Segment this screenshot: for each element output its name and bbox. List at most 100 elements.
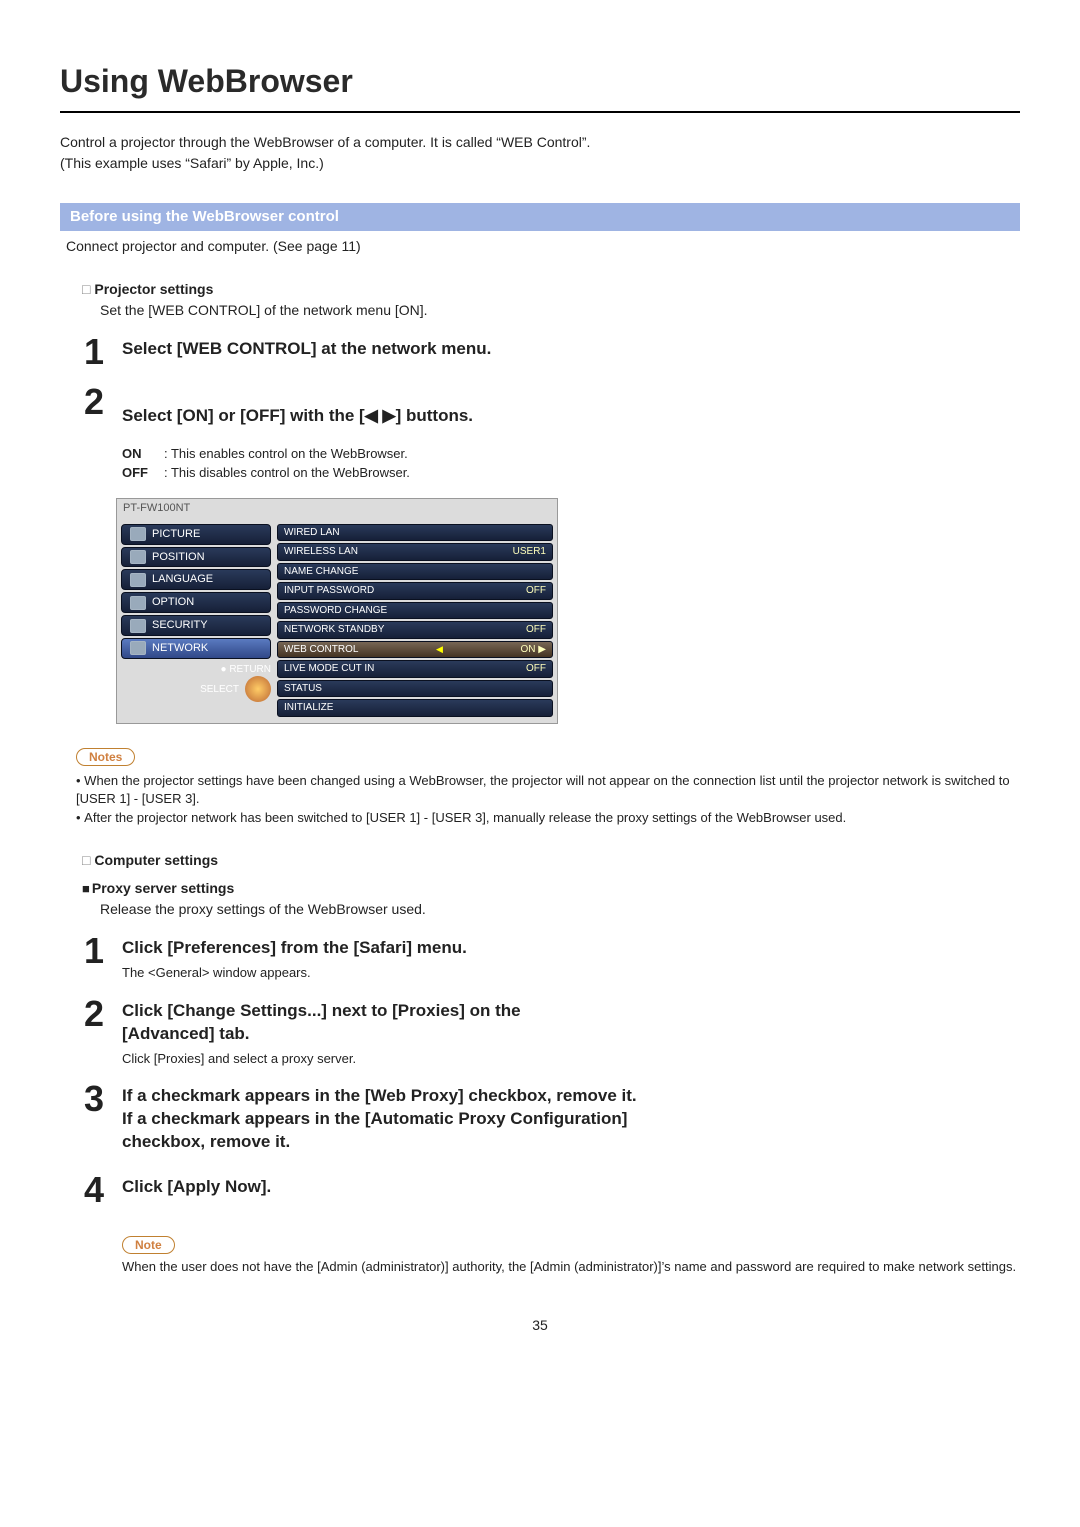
step-title: Select [ON] or [OFF] with the [ ] button… [122, 405, 473, 428]
osd-row-label: STATUS [284, 682, 322, 696]
picture-icon [130, 527, 146, 541]
select-label: SELECT [200, 683, 239, 697]
computer-step-4: 4 Click [Apply Now]. [76, 1172, 1020, 1208]
osd-menu-label: POSITION [152, 550, 205, 565]
osd-right-row: WEB CONTROL ◀ ON ▶ [277, 641, 553, 659]
osd-row-label: WIRED LAN [284, 526, 340, 540]
step-title: If a checkmark appears in the [Web Proxy… [122, 1085, 642, 1154]
step-number: 2 [76, 996, 112, 1032]
step-title: Click [Preferences] from the [Safari] me… [122, 937, 467, 960]
notes-list: When the projector settings have been ch… [66, 772, 1020, 827]
step-title: Click [Apply Now]. [122, 1176, 271, 1199]
on-label: ON [122, 445, 164, 463]
intro-block: Control a projector through the WebBrows… [60, 133, 1020, 173]
intro-line1: Control a projector through the WebBrows… [60, 133, 1020, 152]
note-item: After the projector network has been swi… [76, 809, 1020, 827]
osd-menu-language: LANGUAGE [121, 569, 271, 590]
osd-row-value: OFF [526, 584, 546, 598]
step-number: 1 [76, 334, 112, 370]
step-number: 1 [76, 933, 112, 969]
computer-step-3: 3 If a checkmark appears in the [Web Pro… [76, 1081, 1020, 1158]
osd-menu-network: NETWORK [121, 638, 271, 659]
osd-right-row: PASSWORD CHANGE [277, 602, 553, 620]
projector-step-1: 1 Select [WEB CONTROL] at the network me… [76, 334, 1020, 370]
osd-menu-security: SECURITY [121, 615, 271, 636]
step-title: Click [Change Settings...] next to [Prox… [122, 1000, 582, 1046]
network-icon [130, 641, 146, 655]
title-rule [60, 111, 1020, 113]
proxy-settings-heading: Proxy server settings [82, 879, 1020, 898]
osd-row-label: NETWORK STANDBY [284, 623, 384, 637]
osd-right-row: STATUS [277, 680, 553, 698]
osd-menu-label: OPTION [152, 595, 194, 610]
osd-right-row: WIRELESS LAN USER1 [277, 543, 553, 561]
osd-right-row: NETWORK STANDBY OFF [277, 621, 553, 639]
page-number: 35 [60, 1316, 1020, 1335]
osd-right-row: INITIALIZE [277, 699, 553, 717]
position-icon [130, 550, 146, 564]
section-heading-bar: Before using the WebBrowser control [60, 203, 1020, 231]
osd-row-label: NAME CHANGE [284, 565, 358, 579]
osd-row-value: OFF [526, 623, 546, 637]
computer-step-2: 2 Click [Change Settings...] next to [Pr… [76, 996, 1020, 1067]
osd-row-label: INITIALIZE [284, 701, 333, 715]
step-title-prefix: Select [ON] or [OFF] with the [ [122, 406, 365, 425]
off-text: : This disables control on the WebBrowse… [164, 465, 410, 480]
step-desc: Click [Proxies] and select a proxy serve… [122, 1050, 582, 1068]
osd-row-label: WIRELESS LAN [284, 545, 358, 559]
osd-left-menu: PICTURE POSITION LANGUAGE OPTION SECURIT… [121, 522, 271, 719]
osd-menu-label: NETWORK [152, 641, 208, 656]
osd-row-value: USER1 [513, 545, 546, 559]
language-icon [130, 573, 146, 587]
computer-step-1: 1 Click [Preferences] from the [Safari] … [76, 933, 1020, 981]
step-title-suffix: ] buttons. [396, 406, 473, 425]
step-number: 2 [76, 384, 112, 420]
osd-menu-label: LANGUAGE [152, 572, 213, 587]
security-icon [130, 619, 146, 633]
return-text: RETURN [229, 664, 271, 675]
left-arrow-icon [365, 406, 378, 425]
on-text: : This enables control on the WebBrowser… [164, 446, 408, 461]
step-number: 3 [76, 1081, 112, 1117]
computer-settings-heading: Computer settings [82, 851, 1020, 870]
projector-step-2: 2 Select [ON] or [OFF] with the [ ] butt… [76, 384, 1020, 484]
select-dpad-icon [245, 676, 271, 702]
osd-right-row: LIVE MODE CUT IN OFF [277, 660, 553, 678]
projector-settings-heading: Projector settings [82, 280, 1020, 299]
page-title: Using WebBrowser [60, 60, 1020, 103]
osd-return-label: ● RETURN [121, 663, 271, 677]
osd-right-panel: WIRED LAN WIRELESS LAN USER1 NAME CHANGE INP… [277, 522, 553, 719]
osd-row-label: LIVE MODE CUT IN [284, 662, 374, 676]
step-title: Select [WEB CONTROL] at the network menu… [122, 338, 491, 361]
on-description: ON: This enables control on the WebBrows… [122, 445, 473, 463]
osd-row-value: OFF [526, 662, 546, 676]
connect-text: Connect projector and computer. (See pag… [66, 237, 1020, 256]
off-label: OFF [122, 464, 164, 482]
osd-screenshot: PT-FW100NT PICTURE POSITION LANGUAGE OPT… [116, 498, 558, 724]
osd-menu-label: SECURITY [152, 618, 208, 633]
osd-row-label: WEB CONTROL [284, 643, 358, 657]
left-arrow-icon: ◀ [436, 643, 443, 655]
osd-row-label: PASSWORD CHANGE [284, 604, 387, 618]
projector-settings-text: Set the [WEB CONTROL] of the network men… [100, 301, 1020, 320]
note-text: When the user does not have the [Admin (… [122, 1258, 1020, 1276]
option-icon [130, 596, 146, 610]
osd-menu-option: OPTION [121, 592, 271, 613]
osd-row-label: INPUT PASSWORD [284, 584, 374, 598]
osd-menu-label: PICTURE [152, 527, 200, 542]
off-description: OFF: This disables control on the WebBro… [122, 464, 473, 482]
osd-select-row: SELECT [121, 676, 271, 702]
note-pill: Note [122, 1236, 175, 1254]
osd-right-row: WIRED LAN [277, 524, 553, 542]
osd-menu-picture: PICTURE [121, 524, 271, 545]
step-desc: The <General> window appears. [122, 964, 467, 982]
osd-row-value: ON ▶ [521, 643, 546, 657]
note-item: When the projector settings have been ch… [76, 772, 1020, 807]
notes-pill: Notes [76, 748, 135, 766]
intro-line2: (This example uses “Safari” by Apple, In… [60, 154, 1020, 173]
right-arrow-icon [383, 406, 396, 425]
osd-right-row: INPUT PASSWORD OFF [277, 582, 553, 600]
step-number: 4 [76, 1172, 112, 1208]
osd-menu-position: POSITION [121, 547, 271, 568]
proxy-settings-text: Release the proxy settings of the WebBro… [100, 900, 1020, 919]
